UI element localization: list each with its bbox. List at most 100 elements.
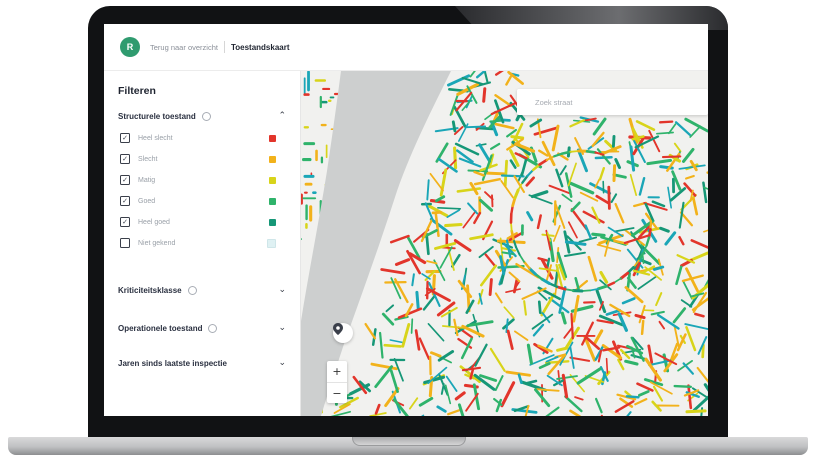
pipe-segment xyxy=(437,206,462,210)
pipe-segment xyxy=(553,225,561,242)
zoom-out-button[interactable]: − xyxy=(327,382,347,404)
chevron-down-icon[interactable]: ⌄ xyxy=(278,285,286,295)
pipe-segment xyxy=(692,197,699,216)
chevron-down-icon[interactable]: ⌄ xyxy=(278,358,286,368)
pipe-segment xyxy=(614,202,625,224)
street-search-input[interactable] xyxy=(533,96,697,108)
street-search-box xyxy=(517,89,708,115)
filter-slecht[interactable]: ✓ Slecht xyxy=(120,153,276,165)
pipe-segment xyxy=(702,181,708,204)
pipe-segment xyxy=(523,300,527,316)
pipe-segment xyxy=(621,297,636,305)
pipe-segment xyxy=(484,253,496,267)
laptop-notch xyxy=(352,437,466,446)
pipe-segment xyxy=(521,287,547,300)
pipe-segment xyxy=(530,190,549,199)
pipe-segment xyxy=(672,307,687,324)
pipe-segment xyxy=(587,255,598,282)
pipe-segment xyxy=(701,343,705,359)
pipe-segment xyxy=(598,166,605,181)
pipe-segment xyxy=(570,312,574,340)
checkbox[interactable] xyxy=(120,238,130,248)
section-structurele-toestand[interactable]: Structurele toestand ⌃ xyxy=(118,109,290,123)
map-view[interactable]: + − xyxy=(301,71,708,416)
pipe-segment xyxy=(535,388,560,392)
pipe-segment xyxy=(374,403,381,415)
pipe-segment xyxy=(461,366,482,372)
pipe-segment xyxy=(694,312,705,318)
section-operationele-toestand[interactable]: Operationele toestand ⌄ xyxy=(118,321,290,335)
pipe-segment xyxy=(513,330,529,341)
filter-goed[interactable]: ✓ Goed xyxy=(120,195,276,207)
pipe-segment xyxy=(560,311,567,325)
back-to-overview-link[interactable]: Terug naar overzicht xyxy=(150,43,218,52)
checkbox[interactable]: ✓ xyxy=(120,154,130,164)
info-icon[interactable] xyxy=(208,323,218,333)
filter-label: Matig xyxy=(138,176,156,184)
checkbox[interactable]: ✓ xyxy=(120,217,130,227)
pipe-segment xyxy=(436,405,447,413)
app-logo[interactable]: R xyxy=(120,37,140,57)
pipe-segment xyxy=(673,384,692,388)
pipe-segment xyxy=(496,239,526,244)
pipe-segment xyxy=(431,210,443,215)
filter-niet-gekend[interactable]: Niet gekend xyxy=(120,237,276,249)
pipe-segment xyxy=(560,150,572,155)
pipe-segment xyxy=(410,318,414,334)
chevron-down-icon[interactable]: ⌄ xyxy=(278,323,286,333)
pipe-segment xyxy=(494,122,515,130)
info-icon[interactable] xyxy=(201,111,211,121)
pipe-segment xyxy=(591,206,601,224)
pipe-segment xyxy=(626,411,632,416)
pipe-segment xyxy=(629,145,636,172)
pipe-segment xyxy=(490,142,501,150)
pipe-segment xyxy=(434,211,440,238)
pipe-segment xyxy=(690,239,708,249)
info-icon[interactable] xyxy=(187,285,197,295)
pipe-segment xyxy=(685,409,707,414)
filter-matig[interactable]: ✓ Matig xyxy=(120,174,276,186)
pipe-segment xyxy=(537,149,549,157)
pipe-segment xyxy=(429,351,442,358)
pipe-segment xyxy=(469,233,494,241)
pipe-segment xyxy=(570,201,581,213)
checkbox[interactable]: ✓ xyxy=(120,196,130,206)
pipe-segment xyxy=(673,142,682,153)
pipe-segment xyxy=(394,258,411,266)
checkbox[interactable]: ✓ xyxy=(120,133,130,143)
pipe-segment xyxy=(490,102,517,116)
pipe-segment xyxy=(526,211,534,222)
pipe-segment xyxy=(596,243,622,252)
pipe-segment xyxy=(536,290,548,301)
pipe-segment xyxy=(656,131,674,135)
pipe-segment xyxy=(506,329,514,351)
pipe-segment xyxy=(611,134,616,148)
checkbox[interactable]: ✓ xyxy=(120,175,130,185)
pipe-segment xyxy=(513,188,520,200)
pipe-segment xyxy=(689,125,702,138)
pipe-segment xyxy=(595,397,603,414)
pipe-segment xyxy=(526,343,533,365)
section-kriticiteitsklasse[interactable]: Kriticiteitsklasse ⌄ xyxy=(118,283,290,297)
pipe-segment xyxy=(462,210,477,229)
pipe-segment xyxy=(522,260,531,270)
filter-label: Heel goed xyxy=(138,218,170,226)
pipe-segment xyxy=(440,383,445,395)
locate-button[interactable] xyxy=(333,323,353,343)
filter-heel-slecht[interactable]: ✓ Heel slecht xyxy=(120,132,276,144)
pipe-segment xyxy=(517,373,523,385)
chevron-up-icon[interactable]: ⌃ xyxy=(278,111,286,121)
color-swatch xyxy=(269,218,276,226)
filter-label: Goed xyxy=(138,197,156,205)
pipe-segment xyxy=(658,120,674,124)
section-jaren-sinds-inspectie[interactable]: Jaren sinds laatste inspectie ⌄ xyxy=(118,356,290,370)
pipe-segment xyxy=(453,146,458,170)
pipe-segment xyxy=(508,271,521,283)
filter-heel-goed[interactable]: ✓ Heel goed xyxy=(120,216,276,228)
pipe-segment xyxy=(528,194,553,205)
pipe-segment xyxy=(638,304,646,324)
pipe-segment xyxy=(525,379,538,385)
zoom-in-button[interactable]: + xyxy=(327,361,347,382)
pipe-segment xyxy=(646,158,673,166)
pipe-segment xyxy=(392,398,409,416)
